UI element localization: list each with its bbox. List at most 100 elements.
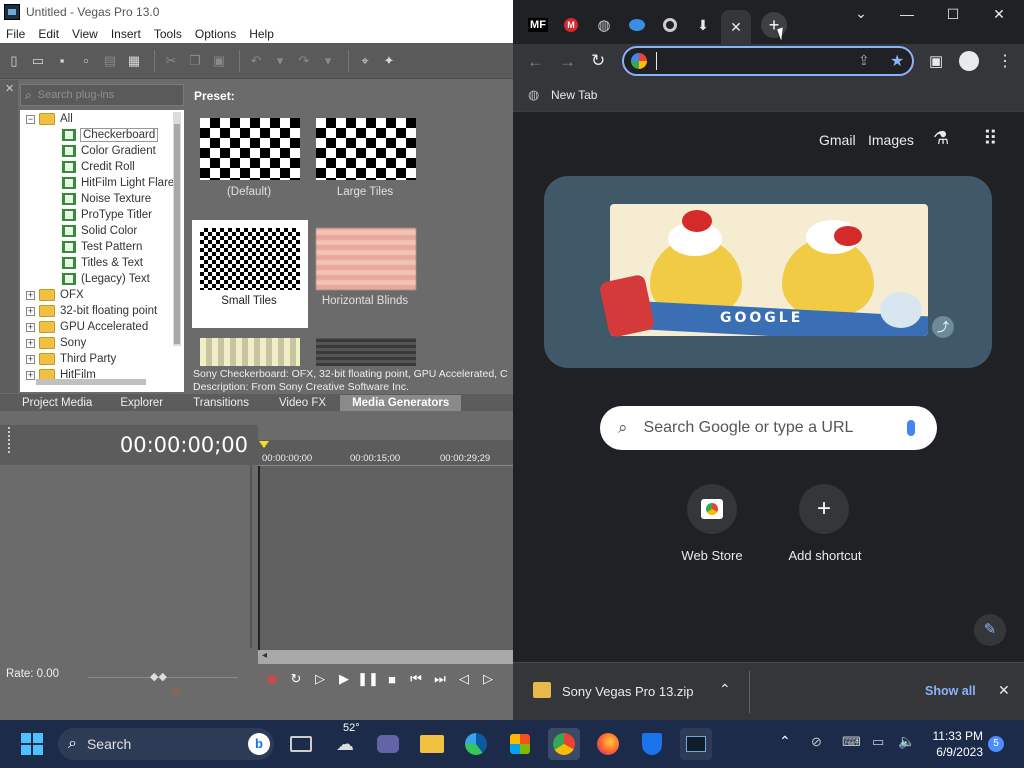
tab-project-media[interactable]: Project Media <box>18 397 96 409</box>
save-as-icon[interactable]: ▫ <box>76 51 96 71</box>
preset-horizontal-blinds-thumbnail[interactable] <box>316 228 416 290</box>
prev-frame-icon[interactable]: ◁ <box>452 671 476 687</box>
enable-snapping-icon[interactable]: ⌖ <box>355 51 375 71</box>
tab-explorer[interactable]: Explorer <box>116 397 167 409</box>
file-explorer-icon[interactable] <box>416 728 448 760</box>
tab-search-icon[interactable]: ⌄ <box>838 5 884 22</box>
tab-mega[interactable]: M <box>556 10 586 40</box>
pause-icon[interactable]: ❚❚ <box>356 671 380 687</box>
preset-thumbnail-5[interactable] <box>200 338 300 366</box>
loop-icon[interactable]: ↻ <box>284 671 308 687</box>
labs-flask-icon[interactable]: ⚗ <box>933 128 949 149</box>
timeline-ruler[interactable]: 00:00:00;00 00:00:15;00 00:00:29;29 <box>258 440 513 466</box>
render-icon[interactable]: ▤ <box>100 51 120 71</box>
taskbar-search-box[interactable]: ⌕ Search b <box>58 728 274 760</box>
security-shield-icon[interactable] <box>636 728 668 760</box>
tree-item-32bit[interactable]: +32-bit floating point <box>26 303 157 319</box>
bookmark-new-tab[interactable]: New Tab <box>551 88 597 102</box>
clock[interactable]: 11:33 PM 6/9/2023 <box>925 728 983 760</box>
share-doodle-icon[interactable]: ⤴ <box>932 316 954 338</box>
vegas-taskbar-icon[interactable] <box>680 728 712 760</box>
expand-icon[interactable]: + <box>26 322 35 332</box>
close-pane-icon[interactable]: ✕ <box>5 82 14 95</box>
menu-options[interactable]: Options <box>195 27 236 41</box>
collapse-icon[interactable]: − <box>26 114 35 124</box>
address-bar[interactable]: ⇪ ★ <box>622 46 914 76</box>
tab-mf[interactable]: MF <box>523 10 553 40</box>
apps-grid-icon[interactable]: ⠿ <box>983 126 998 151</box>
notification-badge[interactable]: 5 <box>988 736 1004 752</box>
tree-horizontal-scrollbar[interactable] <box>36 379 146 385</box>
add-shortcut-button[interactable]: + <box>799 484 849 534</box>
preset-large-tiles-label[interactable]: Large Tiles <box>307 186 423 198</box>
close-window-icon[interactable]: ✕ <box>976 6 1022 23</box>
expand-icon[interactable]: + <box>26 338 35 348</box>
doodle-image[interactable]: GOOGLE <box>610 204 928 336</box>
new-project-icon[interactable]: ▯ <box>4 51 24 71</box>
undo-dropdown-icon[interactable]: ▾ <box>270 51 290 71</box>
preset-large-tiles-thumbnail[interactable] <box>316 118 416 180</box>
add-shortcut-label[interactable]: Add shortcut <box>779 548 871 563</box>
scroll-left-icon[interactable]: ◂ <box>262 650 267 661</box>
google-search-box[interactable]: ⌕ Search Google or type a URL <box>600 406 937 450</box>
tree-item-ofx[interactable]: + OFX <box>26 287 84 303</box>
download-filename[interactable]: Sony Vegas Pro 13.zip <box>562 684 694 699</box>
stop-icon[interactable]: ■ <box>380 672 404 687</box>
expand-icon[interactable]: + <box>26 354 35 364</box>
rate-slider-thumb[interactable]: ◆◆ <box>150 670 167 683</box>
redo-dropdown-icon[interactable]: ▾ <box>318 51 338 71</box>
profile-avatar[interactable] <box>959 51 979 71</box>
tab-video-fx[interactable]: Video FX <box>275 397 330 409</box>
undo-icon[interactable]: ↶ <box>246 51 266 71</box>
properties-icon[interactable]: ▦ <box>124 51 144 71</box>
side-panel-icon[interactable]: ▣ <box>929 52 943 70</box>
forward-icon[interactable]: → <box>559 52 576 72</box>
tree-item-protype-titler[interactable]: ProType Titler <box>62 207 152 223</box>
redo-icon[interactable]: ↷ <box>294 51 314 71</box>
keyboard-icon[interactable]: ⌨ <box>842 734 861 750</box>
go-to-end-icon[interactable]: ⏭ <box>428 671 452 687</box>
show-hidden-icons-chevron[interactable]: ⌃ <box>779 733 791 750</box>
tree-item-credit-roll[interactable]: Credit Roll <box>62 159 135 175</box>
tab-globe[interactable]: ◍ <box>589 10 619 40</box>
images-link[interactable]: Images <box>868 132 914 148</box>
menu-view[interactable]: View <box>72 27 98 41</box>
menu-file[interactable]: File <box>6 27 25 41</box>
tab-transitions[interactable]: Transitions <box>189 397 253 409</box>
store-icon[interactable] <box>504 728 536 760</box>
maximize-icon[interactable]: ☐ <box>930 6 976 23</box>
tab-downloads[interactable]: ⬇ <box>688 10 718 40</box>
tree-item-hitfilm-light-flares[interactable]: HitFilm Light Flares <box>62 175 180 191</box>
microphone-icon[interactable] <box>907 420 915 436</box>
pane-divider[interactable] <box>0 411 513 425</box>
cut-icon[interactable]: ✂ <box>161 51 181 71</box>
reload-icon[interactable]: ↻ <box>591 51 605 71</box>
save-icon[interactable]: ▪ <box>52 51 72 71</box>
customize-pencil-icon[interactable]: ✎ <box>974 614 1006 646</box>
tree-item-color-gradient[interactable]: Color Gradient <box>62 143 156 159</box>
volume-icon[interactable]: 🔈 <box>898 733 915 750</box>
menu-tools[interactable]: Tools <box>154 27 182 41</box>
tree-item-third-party[interactable]: + Third Party <box>26 351 116 367</box>
shortcut-web-store-label[interactable]: Web Store <box>679 548 745 563</box>
preset-default-thumbnail[interactable] <box>200 118 300 180</box>
share-icon[interactable]: ⇪ <box>858 52 870 69</box>
teams-icon[interactable] <box>372 728 404 760</box>
timeline-track-area[interactable] <box>258 466 513 650</box>
grip-handle[interactable] <box>8 427 11 453</box>
chrome-menu-icon[interactable]: ⋮ <box>997 51 1013 71</box>
expand-icon[interactable]: + <box>26 370 35 380</box>
close-tab-icon[interactable]: ✕ <box>730 19 742 36</box>
weather-widget[interactable]: ☁ 52° <box>329 722 361 760</box>
menu-insert[interactable]: Insert <box>111 27 141 41</box>
chrome-taskbar-icon[interactable] <box>548 728 580 760</box>
tab-new-tab-active[interactable]: ✕ <box>721 10 751 44</box>
tab-chrome[interactable] <box>655 10 685 40</box>
tree-item-solid-color[interactable]: Solid Color <box>62 223 137 239</box>
expand-icon[interactable]: + <box>26 306 35 316</box>
go-to-start-icon[interactable]: ⏮ <box>404 671 428 687</box>
edge-icon[interactable] <box>460 728 492 760</box>
menu-edit[interactable]: Edit <box>38 27 59 41</box>
menu-help[interactable]: Help <box>249 27 274 41</box>
show-all-downloads[interactable]: Show all <box>925 684 976 698</box>
